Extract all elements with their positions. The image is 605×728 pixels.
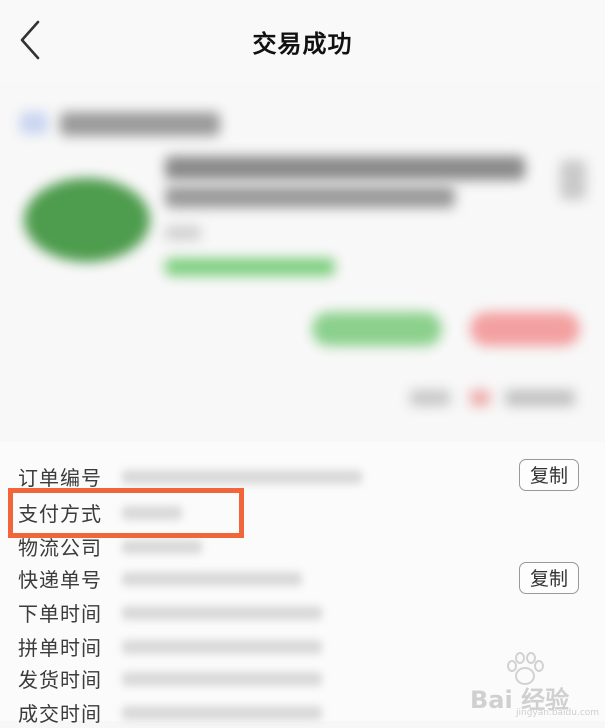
order-time-row: 下单时间 [0,596,605,628]
ship-time-label: 发货时间 [18,668,102,692]
watermark-url: jingyan.baidu.com [516,708,600,718]
action-button-green[interactable] [312,312,442,346]
tracking-number-row: 快递单号 [0,562,605,594]
summary-price-redacted [470,390,490,406]
baidu-jingyan-watermark: Bai 经验 jingyan.baidu.com [470,650,600,718]
group-time-value-redacted [122,640,322,654]
shop-name-redacted[interactable] [60,112,220,136]
header-bar: 交易成功 [0,0,605,82]
product-title-redacted[interactable] [165,156,525,180]
product-spec-redacted [165,226,201,240]
tracking-number-value-redacted [122,572,302,586]
deal-time-label: 成交时间 [18,702,102,726]
group-time-label: 拼单时间 [18,636,102,660]
order-time-label: 下单时间 [18,602,102,626]
order-number-value-redacted [122,470,362,484]
copy-tracking-number-button[interactable]: 复制 [519,562,579,594]
logistics-company-value-redacted [122,540,202,554]
action-button-red[interactable] [470,312,580,346]
price-redacted [560,160,586,200]
product-title-redacted-line2 [165,186,455,208]
product-tag-redacted [165,258,335,276]
tracking-number-label: 快递单号 [18,568,102,592]
product-image[interactable] [24,178,150,262]
highlight-box [8,488,244,538]
order-number-label: 订单编号 [18,466,102,490]
summary-text-redacted [410,390,450,406]
page-title: 交易成功 [252,30,353,58]
summary-amount-redacted [505,390,575,406]
order-time-value-redacted [122,606,322,620]
shop-icon [20,112,48,134]
deal-time-value-redacted [122,706,322,720]
ship-time-value-redacted [122,672,322,686]
copy-order-number-button[interactable]: 复制 [519,459,579,491]
